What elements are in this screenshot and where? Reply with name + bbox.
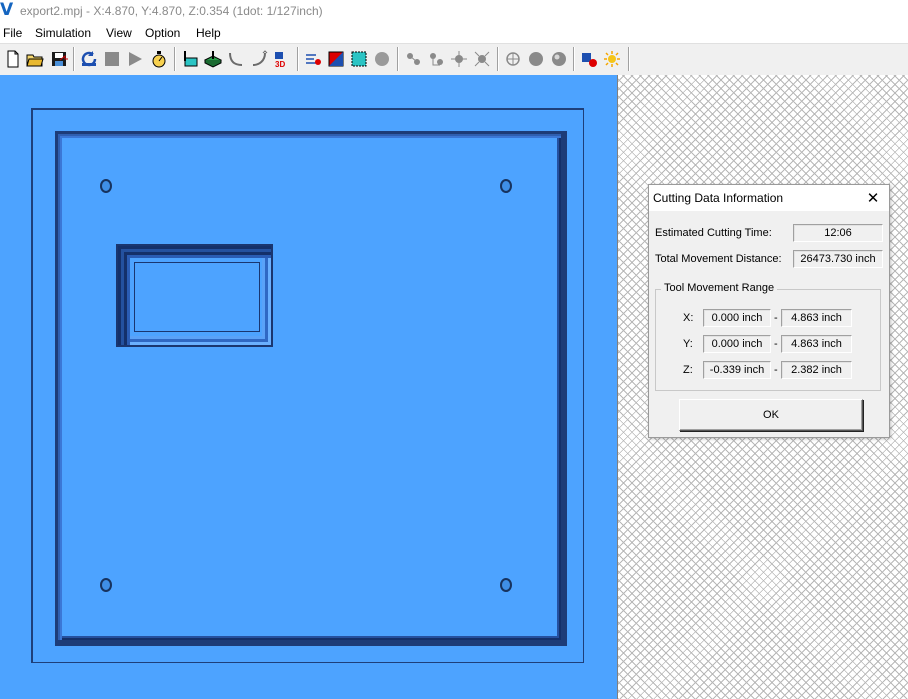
z-axis-label: Z: <box>683 364 693 376</box>
close-icon[interactable]: ✕ <box>864 189 882 207</box>
x-max-value: 4.863 inch <box>781 309 852 327</box>
view-iso-icon[interactable] <box>472 48 492 69</box>
toolbar: 3D <box>0 43 908 76</box>
estimated-time-label: Estimated Cutting Time: <box>655 227 772 239</box>
total-distance-label: Total Movement Distance: <box>655 253 782 265</box>
x-axis-label: X: <box>683 312 694 324</box>
open-folder-icon[interactable] <box>25 48 45 69</box>
drill-hole-bottom-left <box>100 578 112 592</box>
toolbar-separator <box>297 47 299 71</box>
title-bar: V export2.mpj - X:4.870, Y:4.870, Z:0.35… <box>0 0 908 22</box>
grid-icon[interactable] <box>349 48 369 69</box>
tool-movement-range-title: Tool Movement Range <box>661 282 778 294</box>
machined-plate <box>55 131 567 646</box>
app-logo-icon: V <box>0 0 14 20</box>
menu-bar: File Simulation View Option Help <box>0 23 908 42</box>
stock-model-icon[interactable] <box>203 48 223 69</box>
total-distance-value: 26473.730 inch <box>793 250 883 268</box>
menu-help[interactable]: Help <box>196 26 221 40</box>
window-title: export2.mpj - X:4.870, Y:4.870, Z:0.354 … <box>20 4 323 18</box>
stop-icon[interactable] <box>102 48 122 69</box>
estimated-time-value: 12:06 <box>793 224 883 242</box>
view-front-icon[interactable] <box>403 48 423 69</box>
rewind-icon[interactable] <box>79 48 99 69</box>
dialog-title: Cutting Data Information <box>653 191 784 205</box>
y-axis-label: Y: <box>683 338 693 350</box>
shade-icon[interactable] <box>526 48 546 69</box>
y-min-value: 0.000 inch <box>703 335 771 353</box>
light-off-icon[interactable] <box>503 48 523 69</box>
toolbar-separator <box>573 47 575 71</box>
y-max-value: 4.863 inch <box>781 335 852 353</box>
pocket-floor <box>134 262 260 332</box>
play-icon[interactable] <box>125 48 145 69</box>
save-icon[interactable] <box>49 48 69 69</box>
drill-hole-bottom-right <box>500 578 512 592</box>
z-max-value: 2.382 inch <box>781 361 852 379</box>
sphere-icon[interactable] <box>372 48 392 69</box>
color-icon[interactable] <box>326 48 346 69</box>
x-min-value: 0.000 inch <box>703 309 771 327</box>
tool-path-arc-icon[interactable] <box>249 48 269 69</box>
cutting-path-icon[interactable] <box>180 48 200 69</box>
menu-view[interactable]: View <box>106 26 132 40</box>
view-side-icon[interactable] <box>426 48 446 69</box>
simulation-viewport[interactable] <box>0 75 617 699</box>
speed-icon[interactable] <box>149 48 169 69</box>
toolbar-separator <box>628 47 630 71</box>
drill-hole-top-left <box>100 179 112 193</box>
drill-hole-top-right <box>500 179 512 193</box>
toolbar-separator <box>174 47 176 71</box>
y-range-separator: - <box>774 338 778 350</box>
ok-button[interactable]: OK <box>679 399 863 431</box>
view-3d-icon[interactable]: 3D <box>272 48 292 69</box>
menu-option[interactable]: Option <box>145 26 180 40</box>
toolbar-separator <box>397 47 399 71</box>
dialog-title-bar: Cutting Data Information ✕ <box>649 185 889 211</box>
cutting-data-dialog: Cutting Data Information ✕ Estimated Cut… <box>648 184 890 438</box>
view-3d-label: 3D <box>275 60 285 68</box>
render-icon[interactable] <box>549 48 569 69</box>
light-on-icon[interactable] <box>602 48 622 69</box>
z-range-separator: - <box>774 364 778 376</box>
tool-path-curve-icon[interactable] <box>226 48 246 69</box>
toolbar-separator <box>73 47 75 71</box>
menu-simulation[interactable]: Simulation <box>35 26 91 40</box>
z-min-value: -0.339 inch <box>703 361 771 379</box>
trace-icon[interactable] <box>303 48 323 69</box>
new-file-icon[interactable] <box>3 48 23 69</box>
toolbar-separator <box>497 47 499 71</box>
view-top-icon[interactable] <box>449 48 469 69</box>
x-range-separator: - <box>774 312 778 324</box>
menu-file[interactable]: File <box>3 26 22 40</box>
settings-icon[interactable] <box>579 48 599 69</box>
